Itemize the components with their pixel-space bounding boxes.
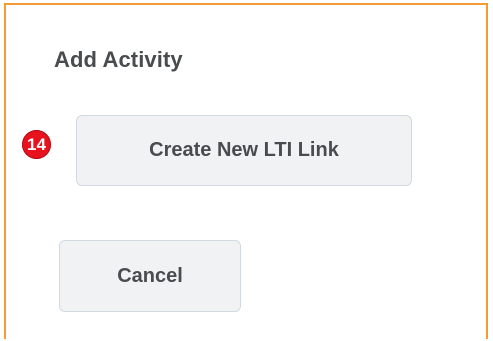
cancel-button-label: Cancel (117, 264, 183, 287)
create-new-lti-link-button-label: Create New LTI Link (149, 139, 339, 161)
dialog-title: Add Activity (54, 47, 183, 72)
cancel-button[interactable]: Cancel (59, 240, 241, 312)
step-number-badge: 14 (22, 130, 51, 159)
create-new-lti-link-button[interactable]: Create New LTI Link (76, 115, 412, 186)
